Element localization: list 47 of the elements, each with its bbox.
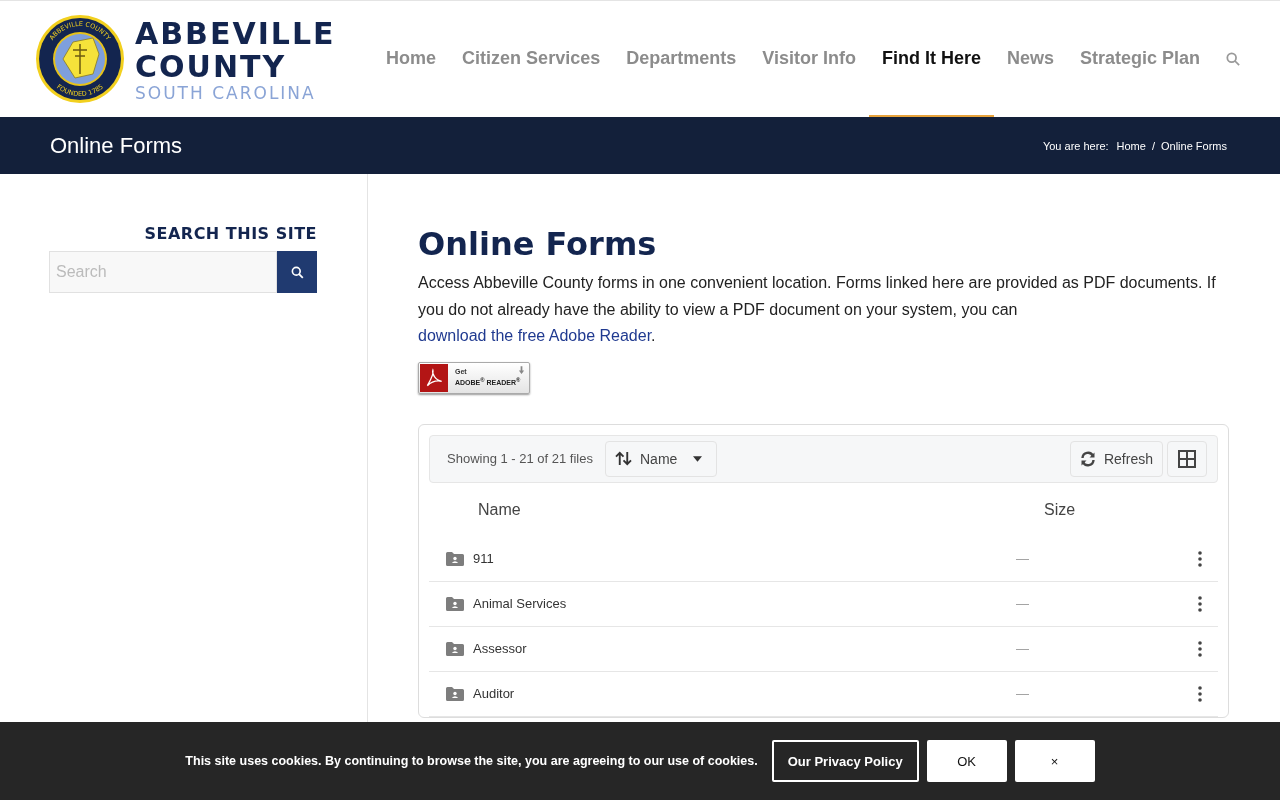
intro-paragraph: Access Abbeville County forms in one convenient location. Forms linked here are provided as PDF documents. If you do not already have the ability to view a PDF document on your system, you can download the free Adobe Reader. <box>418 273 1217 346</box>
shared-folder-icon <box>446 596 464 611</box>
cookie-message: This site uses cookies. By continuing to browse the site, you are agreeing to our use of cookies. <box>185 754 758 768</box>
search-icon[interactable] <box>1226 52 1240 66</box>
privacy-policy-button[interactable]: Our Privacy Policy <box>771 740 919 782</box>
download-arrow-icon <box>518 365 525 375</box>
logo-title: ABBEVILLE <box>135 16 336 50</box>
logo-subtitle: SOUTH CAROLINA <box>135 84 317 102</box>
column-header[interactable]: Size <box>1044 500 1076 519</box>
folder-name[interactable]: 911 <box>473 551 1016 566</box>
breadcrumb-separator: / <box>1151 139 1155 152</box>
cookie-button[interactable]: × <box>1014 740 1095 782</box>
shared-folder-icon <box>446 641 464 656</box>
file-size: — <box>1016 596 1030 611</box>
logo-title: COUNTY <box>135 49 288 83</box>
content-heading: Online Forms <box>418 224 658 264</box>
file-size: — <box>1016 641 1030 656</box>
cookie-button[interactable]: OK <box>926 740 1007 782</box>
more-options-icon[interactable] <box>1198 595 1202 612</box>
adobe-reader-link[interactable]: download the free Adobe Reader <box>418 327 652 344</box>
breadcrumb-label: You are here: <box>1042 139 1109 152</box>
folder-name[interactable]: Auditor <box>473 686 1016 701</box>
grid-icon <box>1178 449 1196 468</box>
sidebar-heading: SEARCH THIS SITE <box>144 224 317 243</box>
more-options-icon[interactable] <box>1198 550 1202 567</box>
search-field[interactable]: Search <box>49 251 277 293</box>
sort-button[interactable]: Name <box>605 440 718 477</box>
grid-view-button[interactable] <box>1167 440 1207 477</box>
column-header[interactable]: Name <box>478 500 1044 519</box>
breadcrumb-link[interactable]: Home <box>1116 139 1146 152</box>
search-button[interactable] <box>277 251 317 293</box>
refresh-button[interactable]: Refresh <box>1069 440 1163 477</box>
caret-icon <box>693 455 703 462</box>
folder-name[interactable]: Assessor <box>473 641 1016 656</box>
more-options-icon[interactable] <box>1198 640 1202 657</box>
shared-folder-icon <box>446 551 464 566</box>
sort-icon <box>615 451 632 466</box>
file-size: — <box>1016 551 1030 566</box>
page-title: Online Forms <box>50 132 183 159</box>
search-icon <box>290 265 304 279</box>
shared-folder-icon <box>446 686 464 701</box>
more-options-icon[interactable] <box>1198 685 1202 702</box>
refresh-icon <box>1079 450 1096 467</box>
file-size: — <box>1016 686 1030 701</box>
breadcrumb-link[interactable]: Online Forms <box>1160 139 1227 152</box>
folder-name[interactable]: Animal Services <box>473 596 1016 611</box>
file-count: Showing 1 - 21 of 21 files <box>447 451 593 466</box>
